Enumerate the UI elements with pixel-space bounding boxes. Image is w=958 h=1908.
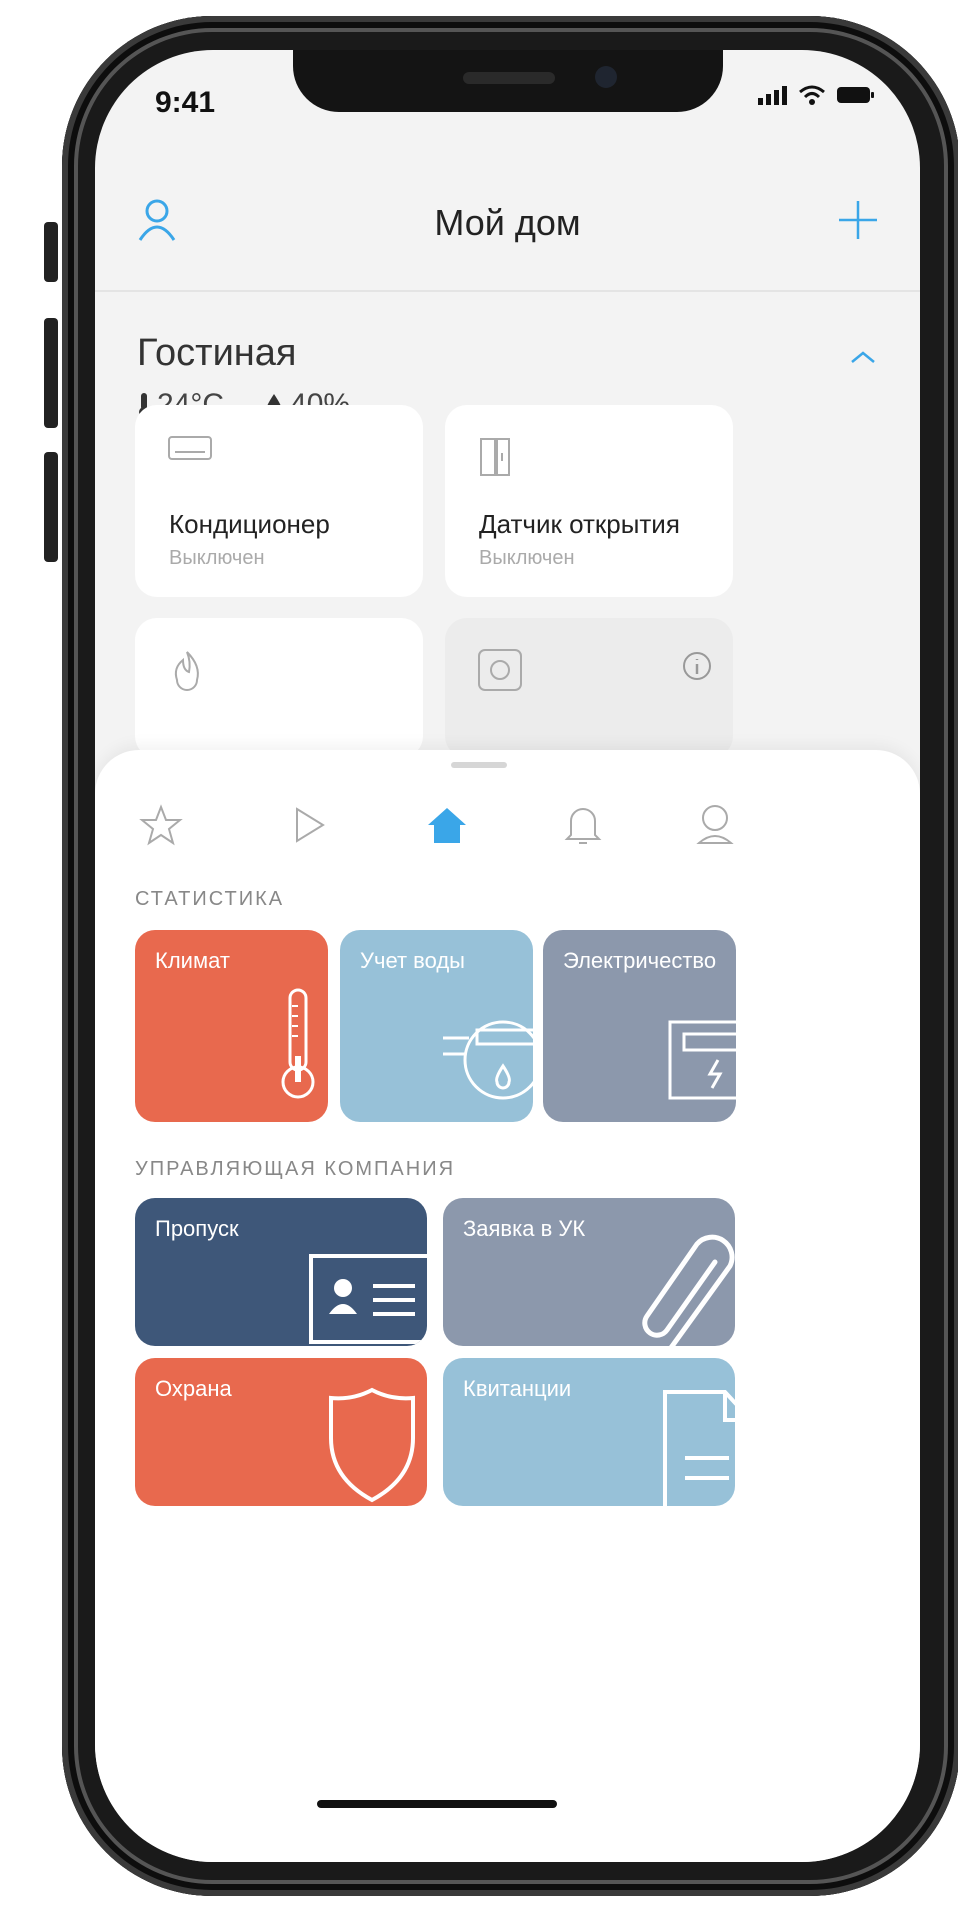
tile-security[interactable]: Охрана [135, 1358, 427, 1506]
battery-icon [837, 87, 874, 103]
air-conditioner-icon [167, 435, 213, 468]
tile-water[interactable]: Учет воды [340, 930, 533, 1122]
tile-receipts[interactable]: Квитанции [443, 1358, 735, 1506]
wifi-icon [799, 85, 825, 105]
power-socket-icon [477, 648, 525, 697]
statistics-title: СТАТИСТИКА [135, 888, 285, 910]
device-state: Выключен [169, 547, 265, 569]
phone-screen: 9:41 Мой дом Гостиная Кондиционер Выключ… [95, 50, 920, 1862]
paperclip-icon [642, 1234, 735, 1346]
app-header: Мой дом [95, 170, 920, 292]
tile-climate[interactable]: Климат [135, 930, 328, 1122]
plus-icon[interactable] [836, 198, 880, 247]
volume-down-button [44, 452, 58, 562]
notch [293, 50, 723, 112]
thermometer-icon [281, 988, 315, 1099]
id-card-icon [309, 1254, 427, 1344]
tile-pass[interactable]: Пропуск [135, 1198, 427, 1346]
star-icon [139, 804, 183, 846]
home-icon [428, 808, 466, 843]
page-title: Мой дом [434, 202, 581, 243]
tab-profile[interactable] [685, 790, 745, 860]
document-icon [663, 1390, 735, 1506]
profile-icon [696, 805, 734, 844]
drag-handle[interactable] [451, 762, 507, 768]
room-name: Гостиная [137, 332, 297, 374]
tile-label: Охрана [155, 1376, 232, 1401]
device-card-air-conditioner[interactable]: Кондиционер Выключен [135, 405, 423, 597]
tile-label: Заявка в УК [463, 1216, 586, 1241]
tile-label: Климат [155, 948, 230, 973]
tile-label: Учет воды [360, 948, 465, 973]
device-card-door-sensor[interactable]: Датчик открытия Выключен [445, 405, 733, 597]
management-title: УПРАВЛЯЮЩАЯ КОМПАНИЯ [135, 1158, 456, 1180]
tile-label: Электричество [563, 948, 717, 973]
home-indicator[interactable] [317, 1800, 557, 1808]
tab-notifications[interactable] [553, 790, 613, 860]
info-icon[interactable] [681, 650, 713, 687]
status-icons [758, 84, 876, 106]
tile-label: Пропуск [155, 1216, 239, 1241]
device-card-fire-sensor[interactable] [135, 618, 423, 758]
water-meter-icon [443, 1020, 533, 1100]
shield-icon [329, 1387, 415, 1503]
tab-favorites[interactable] [131, 790, 191, 860]
tab-bar [95, 790, 920, 860]
chevron-up-icon[interactable] [850, 350, 876, 369]
mute-switch [44, 222, 58, 282]
tab-scenarios[interactable] [279, 790, 339, 860]
tile-electricity[interactable]: Электричество [543, 930, 736, 1122]
bottom-sheet: СТАТИСТИКА Климат Учет воды Электричеств… [95, 750, 920, 1862]
door-sensor-icon [477, 435, 513, 484]
status-time: 9:41 [155, 86, 216, 119]
device-state: Выключен [479, 547, 575, 569]
electricity-meter-icon [668, 1020, 736, 1100]
tab-home[interactable] [417, 790, 477, 860]
bell-icon [564, 808, 602, 844]
signal-icon [758, 86, 787, 105]
tile-request[interactable]: Заявка в УК [443, 1198, 735, 1346]
volume-up-button [44, 318, 58, 428]
play-icon [296, 807, 325, 843]
fire-sensor-icon [167, 648, 207, 697]
tile-label: Квитанции [463, 1376, 572, 1401]
device-name: Датчик открытия [479, 509, 680, 539]
device-card-power-socket[interactable] [445, 618, 733, 758]
device-name: Кондиционер [169, 509, 330, 539]
